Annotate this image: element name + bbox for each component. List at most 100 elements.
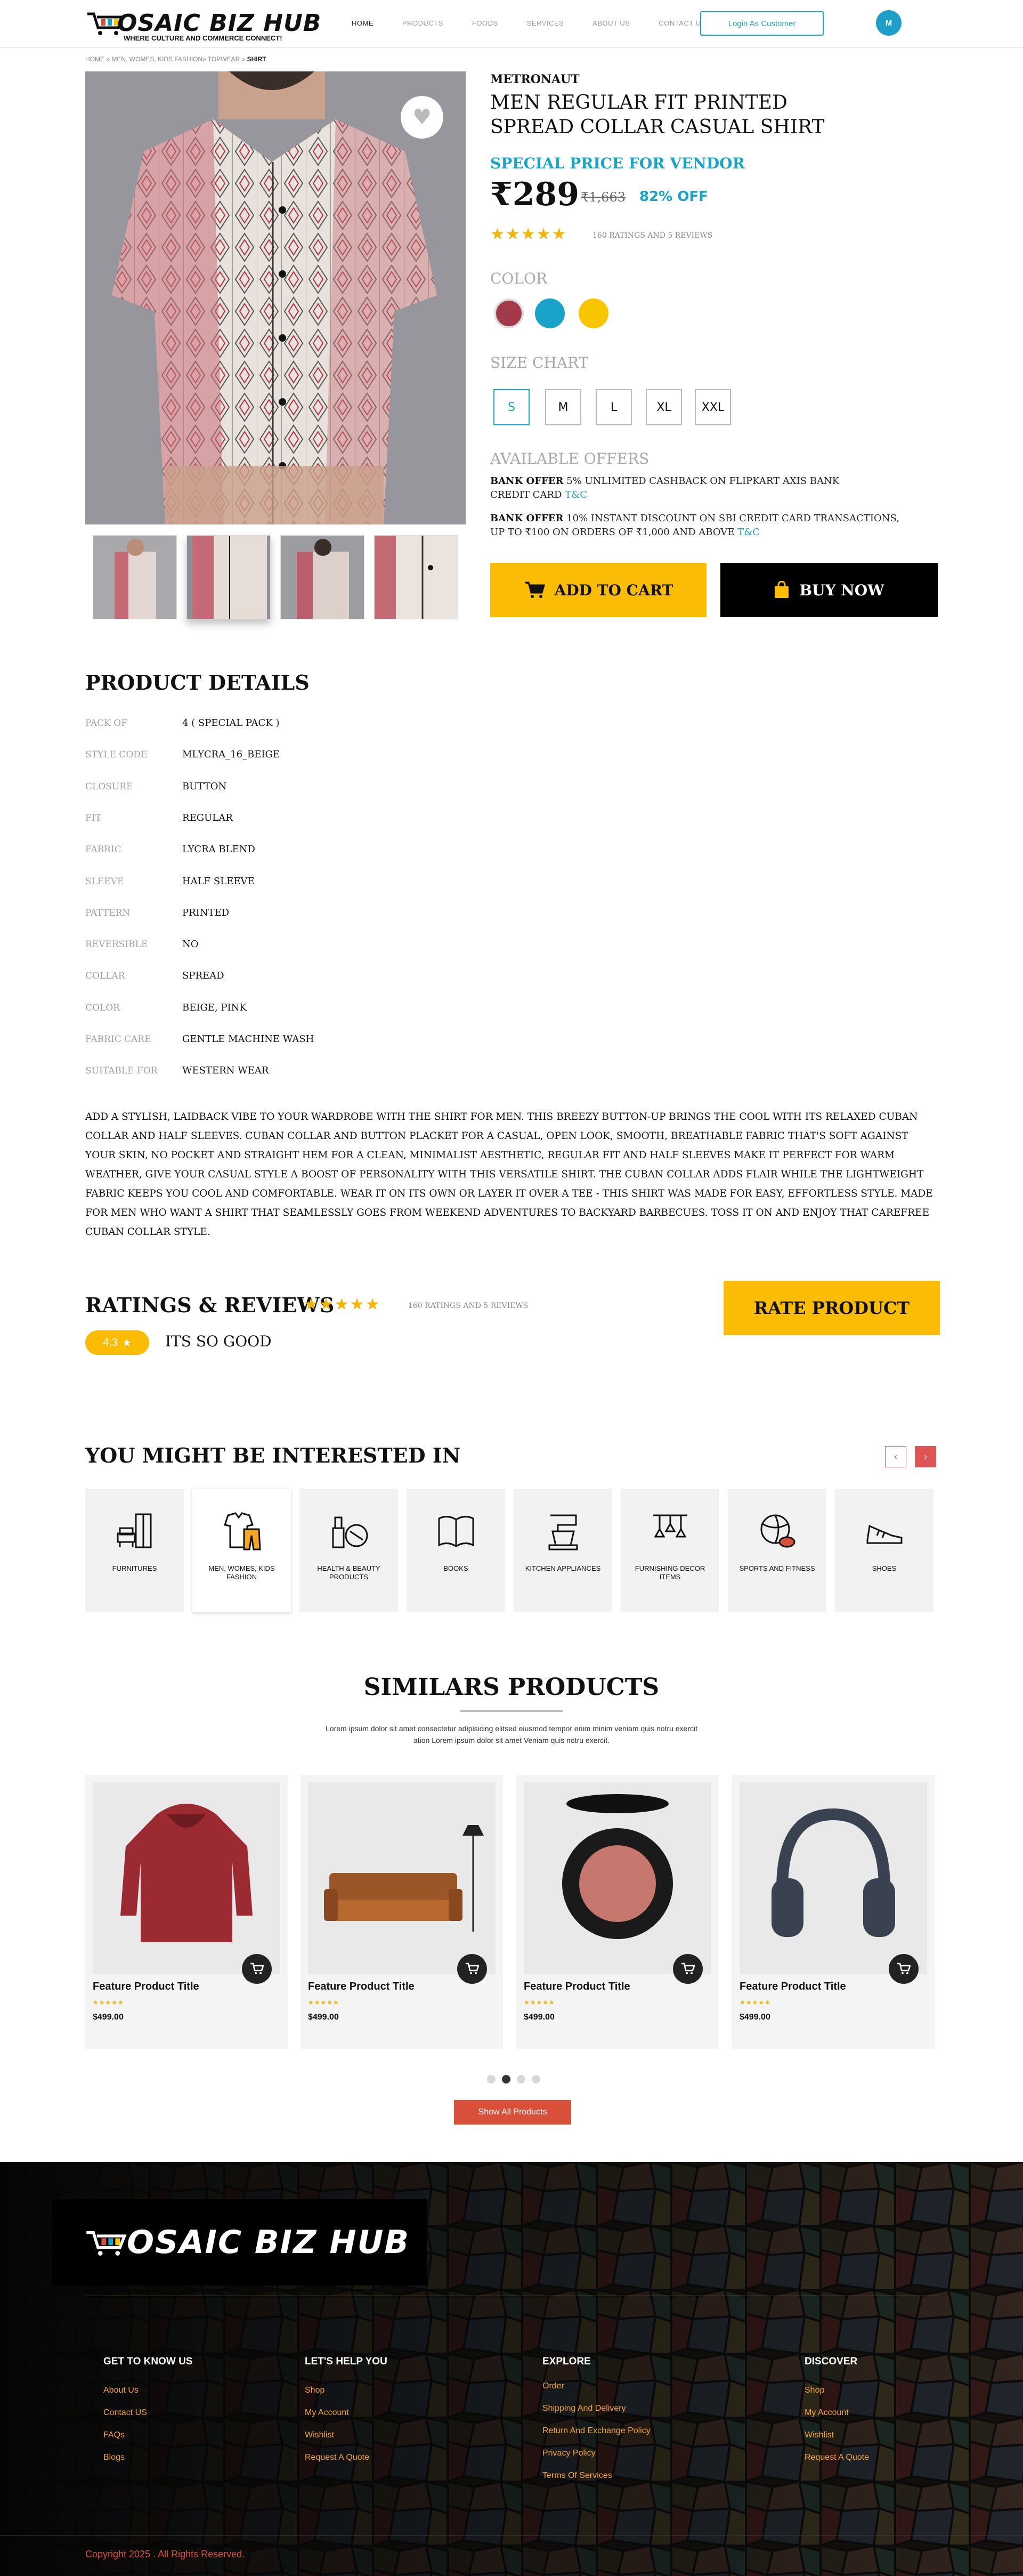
rate-product-button[interactable]: RATE PRODUCT [724,1281,940,1335]
detail-value: NO [182,939,199,950]
carousel-dot[interactable] [532,2075,540,2084]
nav-about-us[interactable]: ABOUT US [592,19,630,27]
footer-link-contact-us[interactable]: Contact US [103,2408,147,2418]
rating-stars: ★★★★★ [490,225,567,244]
category-kitchen-appliances[interactable]: KITCHEN APPLIANCES [514,1489,612,1612]
category-health-beauty[interactable]: HEALTH & BEAUTY PRODUCTS [299,1489,398,1612]
carousel-dot[interactable] [487,2075,496,2084]
product-price: ₹289 [490,176,579,213]
size-option-l[interactable]: L [596,389,632,425]
detail-label: CLOSURE [85,781,133,792]
detail-value: LYCRA BLEND [182,844,255,855]
category-furnitures[interactable]: FURNITURES [85,1489,184,1612]
thumbnail-image [375,536,458,619]
add-to-cart-icon[interactable] [457,1954,487,1984]
footer-logo[interactable]: OSAIC BIZ HUB [52,2199,427,2286]
carousel-dot[interactable] [517,2075,525,2084]
color-swatch-blue[interactable] [535,298,565,328]
footer-link-faqs[interactable]: FAQs [103,2430,125,2440]
add-to-cart-icon[interactable] [889,1954,919,1984]
product-thumbnail[interactable] [280,535,364,619]
product-title[interactable]: Feature Product Title [93,1981,199,1993]
cart-icon [524,582,545,598]
title-divider [460,1710,563,1712]
product-main-image[interactable]: ♥ [85,71,466,524]
ratings-count[interactable]: 160 RATINGS AND 5 REVIEWS [408,1302,528,1310]
discount-badge: 82% OFF [639,189,708,205]
offer-tc-link[interactable]: T&C [737,527,760,538]
footer-link-privacy-policy[interactable]: Privacy Policy [542,2449,596,2458]
ratings-count[interactable]: 160 RATINGS AND 5 REVIEWS [592,231,712,240]
category-shoes[interactable]: SHOES [835,1489,933,1612]
mixer-icon [548,1514,578,1551]
category-books[interactable]: BOOKS [407,1489,505,1612]
footer-link-wishlist[interactable]: Wishlist [805,2430,834,2440]
product-thumbnail[interactable] [93,535,177,619]
footer-link-shipping[interactable]: Shipping And Delivery [542,2404,626,2413]
product-title[interactable]: Feature Product Title [524,1981,630,1993]
category-label: SHOES [872,1564,897,1572]
add-to-cart-icon[interactable] [242,1954,272,1984]
nav-foods[interactable]: FOODS [472,19,498,27]
detail-label: COLOR [85,1002,120,1013]
category-label: FURNISHING DECOR ITEMS [635,1564,705,1581]
user-avatar[interactable]: M [876,10,902,36]
site-footer: OSAIC BIZ HUB GET TO KNOW US About Us Co… [0,2162,1023,2576]
wishlist-heart-icon[interactable]: ♥ [401,96,443,139]
footer-link-shop[interactable]: Shop [805,2386,824,2395]
detail-label: FIT [85,812,101,823]
add-to-cart-button[interactable]: ADD TO CART [490,563,707,617]
add-to-cart-icon[interactable] [673,1954,703,1984]
interested-title: YOU MIGHT BE INTERESTED IN [85,1443,461,1467]
footer-link-terms[interactable]: Terms Of Services [542,2471,612,2481]
review-text: ITS SO GOOD [165,1333,272,1350]
product-card[interactable]: Feature Product Title ★★★★★ $499.00 [85,1775,288,2049]
size-option-xxl[interactable]: XXL [695,389,731,425]
footer-link-request-quote[interactable]: Request A Quote [305,2453,369,2462]
footer-link-wishlist[interactable]: Wishlist [305,2430,334,2440]
footer-link-my-account[interactable]: My Account [805,2408,849,2418]
detail-value: GENTLE MACHINE WASH [182,1033,314,1045]
product-card[interactable]: Feature Product Title ★★★★★ $499.00 [516,1775,719,2049]
footer-link-request-quote[interactable]: Request A Quote [805,2453,869,2462]
carousel-prev-button[interactable]: ‹ [885,1446,906,1467]
show-all-products-button[interactable]: Show All Products [454,2100,571,2125]
footer-link-my-account[interactable]: My Account [305,2408,349,2418]
nav-products[interactable]: PRODUCTS [402,19,443,27]
footer-link-shop[interactable]: Shop [305,2386,324,2395]
size-option-xl[interactable]: XL [646,389,682,425]
carousel-dot-active[interactable] [502,2075,510,2084]
review-score-badge: 4.3 ★ [85,1330,149,1355]
breadcrumb-path[interactable]: HOME » MEN, WOMES, KIDS FASHION» TOPWEAR… [85,55,247,63]
detail-value: WESTERN WEAR [182,1065,269,1077]
product-card[interactable]: Feature Product Title ★★★★★ $499.00 [732,1775,935,2049]
category-furnishing-decor[interactable]: FURNISHING DECOR ITEMS [621,1489,719,1612]
detail-label: SLEEVE [85,876,124,887]
size-option-s[interactable]: S [493,389,530,425]
nav-services[interactable]: SERVICES [527,19,564,27]
product-title[interactable]: Feature Product Title [740,1981,846,1993]
color-swatch-maroon[interactable] [494,298,524,328]
offer-tag: BANK OFFER [490,513,564,524]
product-card[interactable]: Feature Product Title ★★★★★ $499.00 [301,1775,503,2049]
offer-tc-link[interactable]: T&C [565,489,587,500]
footer-link-blogs[interactable]: Blogs [103,2453,125,2462]
carousel-next-button[interactable]: › [915,1446,936,1467]
offer-item: BANK OFFER 5% UNLIMITED CASHBACK ON FLIP… [490,474,863,502]
site-logo[interactable]: OSAIC BIZ HUB WHERE CULTURE AND COMMERCE… [85,6,321,43]
nav-home[interactable]: HOME [352,19,374,27]
nav-contact-us[interactable]: CONTACT US [659,19,705,27]
size-option-m[interactable]: M [545,389,581,425]
product-thumbnail-selected[interactable] [186,535,271,619]
login-as-customer-button[interactable]: Login As Customer [700,11,824,36]
buy-now-button[interactable]: BUY NOW [720,563,938,617]
product-title[interactable]: Feature Product Title [308,1981,415,1993]
add-to-cart-label: ADD TO CART [554,581,673,599]
color-swatch-yellow[interactable] [579,298,608,328]
footer-link-order[interactable]: Order [542,2381,564,2391]
footer-link-return-policy[interactable]: Return And Exchange Policy [542,2426,651,2436]
category-fashion[interactable]: MEN, WOMES, KIDS FASHION [192,1489,291,1612]
footer-link-about-us[interactable]: About Us [103,2386,139,2395]
product-thumbnail[interactable] [374,535,458,619]
category-sports-fitness[interactable]: SPORTS AND FITNESS [728,1489,826,1612]
